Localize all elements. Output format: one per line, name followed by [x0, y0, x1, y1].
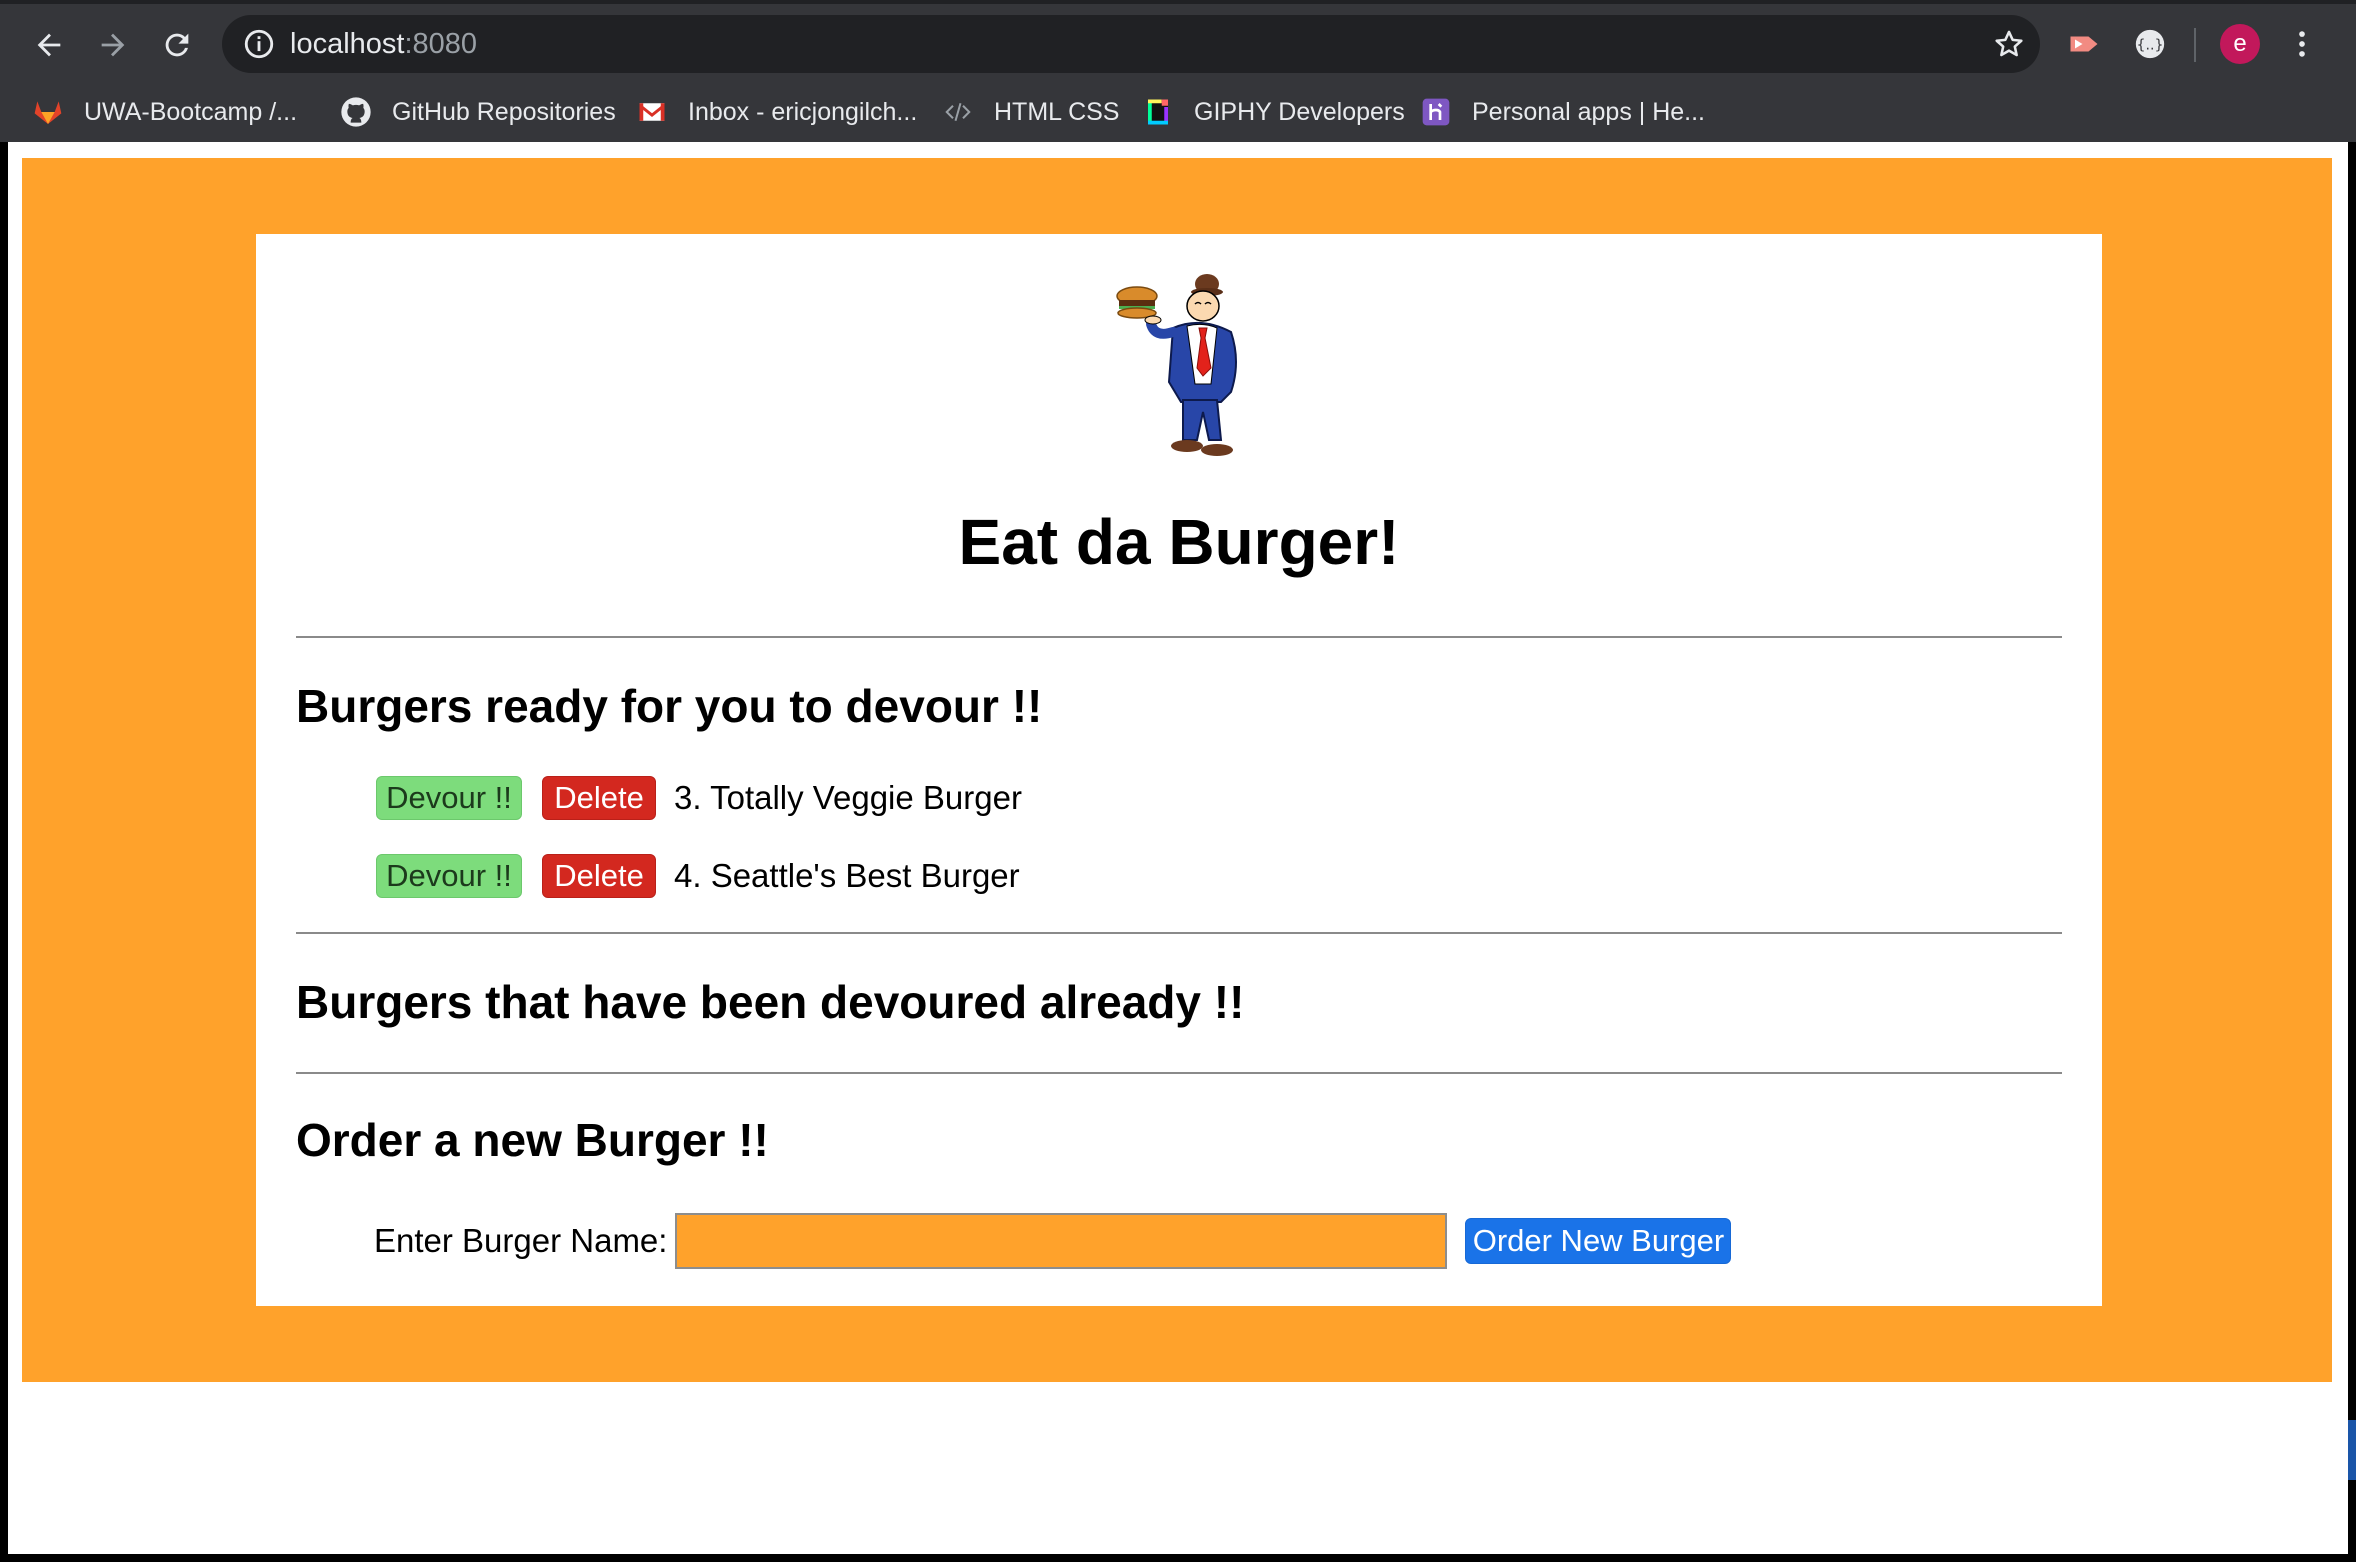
divider [296, 636, 2062, 638]
divider [296, 932, 2062, 934]
wimpy-burger-logo [1116, 274, 1237, 456]
burger-item: Devour !! Delete 4. Seattle's Best Burge… [376, 853, 1020, 899]
scrollbar[interactable] [2348, 1420, 2356, 1480]
gmail-icon [636, 96, 668, 128]
bookmark-github[interactable]: GitHub Repositories [340, 90, 616, 134]
delete-button[interactable]: Delete [542, 776, 656, 820]
order-new-burger-button[interactable]: Order New Burger [1465, 1218, 1732, 1264]
url-host: localhost [290, 28, 405, 60]
back-icon[interactable] [26, 22, 72, 68]
extension-json-icon[interactable]: {..} [2130, 24, 2170, 64]
github-icon [340, 96, 372, 128]
burger-item: Devour !! Delete 3. Totally Veggie Burge… [376, 775, 1022, 821]
more-vert-icon[interactable] [2282, 24, 2322, 64]
url-port: :8080 [404, 28, 478, 60]
devoured-heading: Burgers that have been devoured already … [296, 976, 1245, 1028]
bookmark-label: Personal apps | He... [1472, 97, 1706, 126]
burger-name: 4. Seattle's Best Burger [674, 857, 1020, 894]
devour-button[interactable]: Devour !! [376, 776, 522, 820]
page-viewport: Eat da Burger! Burgers ready for you to … [8, 142, 2348, 1554]
bookmark-label: GitHub Repositories [392, 97, 616, 126]
bookmark-heroku[interactable]: Personal apps | He... [1420, 90, 1705, 134]
reload-icon[interactable] [154, 22, 200, 68]
star-icon[interactable] [1992, 27, 2026, 61]
devour-button[interactable]: Devour !! [376, 854, 522, 898]
burger-name-input[interactable] [675, 1213, 1448, 1269]
main-card: Eat da Burger! Burgers ready for you to … [256, 234, 2102, 1306]
toolbar-separator [2194, 28, 2196, 62]
burger-name-label: Enter Burger Name: [374, 1222, 668, 1259]
bookmark-html-css[interactable]: HTML CSS [942, 90, 1119, 134]
delete-button[interactable]: Delete [542, 854, 656, 898]
forward-icon[interactable] [90, 22, 136, 68]
url-text: localhost:8080 [290, 27, 477, 61]
giphy-icon [1142, 96, 1174, 128]
gitlab-icon [32, 96, 64, 128]
ready-heading: Burgers ready for you to devour !! [296, 680, 1043, 732]
code-icon [942, 96, 974, 128]
page-title: Eat da Burger! [958, 506, 1400, 578]
browser-window: localhost:8080 {..} e UWA-Bootcamp /... [0, 0, 2356, 1562]
order-heading: Order a new Burger !! [296, 1114, 769, 1166]
bookmark-giphy[interactable]: GIPHY Developers [1142, 90, 1405, 134]
address-bar[interactable]: localhost:8080 [222, 15, 2040, 73]
divider [296, 1072, 2062, 1074]
bookmark-label: HTML CSS [994, 97, 1120, 126]
bookmark-label: Inbox - ericjongilch... [688, 97, 918, 126]
extension-record-icon[interactable] [2064, 24, 2104, 64]
browser-toolbar: localhost:8080 {..} e [0, 0, 2356, 82]
page-background: Eat da Burger! Burgers ready for you to … [22, 158, 2332, 1382]
bookmarks-bar: UWA-Bootcamp /... GitHub Repositories In… [0, 82, 2356, 142]
bookmark-label: UWA-Bootcamp /... [84, 97, 298, 126]
order-form: Enter Burger Name: Order New Burger [374, 1212, 1732, 1270]
profile-avatar[interactable]: e [2220, 24, 2260, 64]
bookmark-label: GIPHY Developers [1194, 97, 1405, 126]
burger-name: 3. Totally Veggie Burger [674, 779, 1022, 816]
bookmark-inbox[interactable]: Inbox - ericjongilch... [636, 90, 917, 134]
heroku-icon [1420, 96, 1452, 128]
bookmark-uwa-bootcamp[interactable]: UWA-Bootcamp /... [32, 90, 297, 134]
svg-text:{..}: {..} [2136, 38, 2163, 54]
info-icon[interactable] [242, 27, 276, 61]
